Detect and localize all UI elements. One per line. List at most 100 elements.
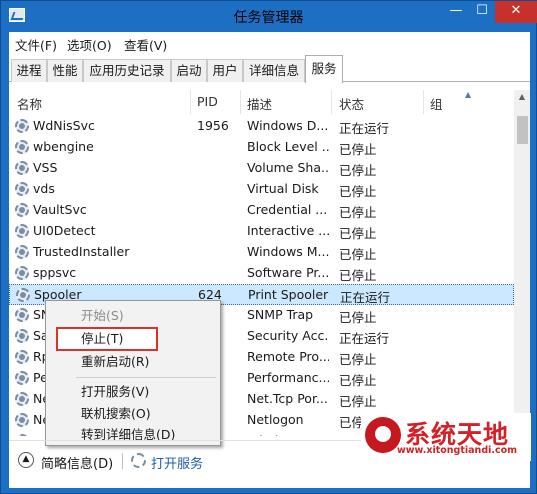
gear-icon [15,182,29,196]
tab-performance[interactable]: 性能 [47,59,83,82]
gear-icon [131,453,146,468]
service-status: 已停止 [339,247,377,262]
fewer-details-button[interactable]: 简略信息(D) [41,453,113,472]
service-row[interactable]: wbengine Block Level ... 已停止 [9,137,514,158]
menu-options[interactable]: 选项(O) [67,35,112,54]
gear-icon [15,140,29,154]
service-name: vds [33,181,55,196]
service-description: Netlogon [247,412,304,427]
service-status: 已停止 [339,373,377,388]
service-status: 已停止 [339,268,377,283]
column-description[interactable]: 描述 [247,94,272,113]
tab-services[interactable]: 服务 [305,55,343,83]
gear-icon [15,203,29,217]
service-status: 已停止 [339,226,377,241]
service-name: VaultSvc [33,202,87,217]
tab-details[interactable]: 详细信息 [243,59,305,82]
title-bar[interactable]: 任务管理器 — ☐ ✕ [1,1,537,32]
context-stop[interactable]: 停止(T) [56,327,158,351]
chevron-up-circle-icon[interactable]: ▲ [18,452,34,468]
tab-startup[interactable]: 启动 [171,59,207,82]
service-row[interactable]: VaultSvc Credential ... 已停止 [9,200,514,221]
service-name: sppsvc [33,265,77,280]
service-status: 已停止 [339,310,377,325]
service-description: Block Level ... [247,139,329,154]
column-divider[interactable] [240,90,241,114]
context-separator [76,377,216,378]
vertical-scrollbar[interactable]: ▲ [514,90,530,436]
column-divider[interactable] [190,90,191,114]
tab-processes[interactable]: 进程 [11,59,47,82]
minimize-button[interactable]: — [443,1,469,23]
service-name: VSS [33,160,58,175]
gear-icon [15,413,29,427]
service-description: Print Spooler [248,287,329,302]
service-pid: 1956 [197,118,229,133]
column-group[interactable]: 组 [430,94,443,113]
footer-divider [122,453,123,469]
column-divider[interactable] [331,90,332,114]
service-name: TrustedInstaller [33,244,130,259]
service-row[interactable]: WdNisSvc 1956 Windows D... 正在运行 [9,116,514,137]
column-status[interactable]: 状态 [339,94,364,113]
context-menu: 开始(S) 停止(T) 重新启动(R) 打开服务(V) 联机搜索(O) 转到详细… [45,300,221,446]
close-button[interactable]: ✕ [495,1,537,23]
service-description: Windows M... [247,244,329,259]
context-open-services[interactable]: 打开服务(V) [47,381,219,403]
column-pid[interactable]: PID [197,94,218,109]
service-row[interactable]: sppsvc Software Pr... 已停止 [9,263,514,284]
gear-icon [15,329,29,343]
gear-icon [15,371,29,385]
service-row[interactable]: VSS Volume Sha... 已停止 [9,158,514,179]
tab-users[interactable]: 用户 [207,59,243,82]
service-row[interactable]: TrustedInstaller Windows M... 已停止 [9,242,514,263]
menu-view[interactable]: 查看(V) [124,35,167,54]
menu-file[interactable]: 文件(F) [15,35,57,54]
service-name: wbengine [33,139,94,154]
gear-icon [15,308,29,322]
context-restart[interactable]: 重新启动(R) [47,351,219,373]
service-row[interactable]: vds Virtual Disk 已停止 [9,179,514,200]
scroll-thumb[interactable] [517,116,528,144]
gear-icon [15,224,29,238]
gear-icon [15,392,29,406]
service-status: 正在运行 [340,290,391,305]
tab-bar: 进程 性能 应用历史记录 启动 用户 详细信息 服务 [9,54,530,83]
column-name[interactable]: 名称 [17,94,42,113]
sort-ascending-icon: ▲ [465,90,472,99]
service-name: WdNisSvc [33,118,95,133]
service-row[interactable]: UI0Detect Interactive ... 已停止 [9,221,514,242]
open-services-link[interactable]: 打开服务 [151,453,203,472]
gear-icon [15,434,29,436]
maximize-button[interactable]: ☐ [469,1,495,23]
service-description: Windows... [247,433,329,436]
gear-icon [15,350,29,364]
scroll-up-icon[interactable]: ▲ [514,92,530,106]
service-description: Windows D... [247,118,329,133]
service-description: Net.Tcp Por... [247,391,328,406]
service-description: SNMP Trap [247,307,314,322]
task-manager-window: 任务管理器 — ☐ ✕ 文件(F) 选项(O) 查看(V) 进程 性能 应用历史… [0,0,537,494]
service-description: Security Acc... [247,328,329,343]
gear-icon [15,161,29,175]
gear-icon [15,119,29,133]
service-status: 已停止 [339,205,377,220]
service-status: 已停止 [339,184,377,199]
logo-mark-icon [365,417,401,453]
service-status: 已停止 [339,142,377,157]
watermark-logo: 系统天地 www.xitongtiandi.com [361,413,531,461]
context-search-online[interactable]: 联机搜索(O) [47,403,219,425]
service-description: Software Pr... [247,265,329,280]
service-status: 已停止 [339,394,377,409]
column-header: 名称 PID 描述 状态 组 ▲ [9,90,530,114]
gear-icon [15,245,29,259]
gear-icon [16,288,30,302]
service-name: UI0Detect [33,223,96,238]
column-divider[interactable] [423,90,424,114]
service-status: 已停止 [339,163,377,178]
service-status: 已停止 [339,352,377,367]
context-start[interactable]: 开始(S) [47,305,219,327]
service-status: 正在运行 [339,331,390,346]
tab-app-history[interactable]: 应用历史记录 [83,59,171,82]
menu-bar: 文件(F) 选项(O) 查看(V) [9,32,530,54]
